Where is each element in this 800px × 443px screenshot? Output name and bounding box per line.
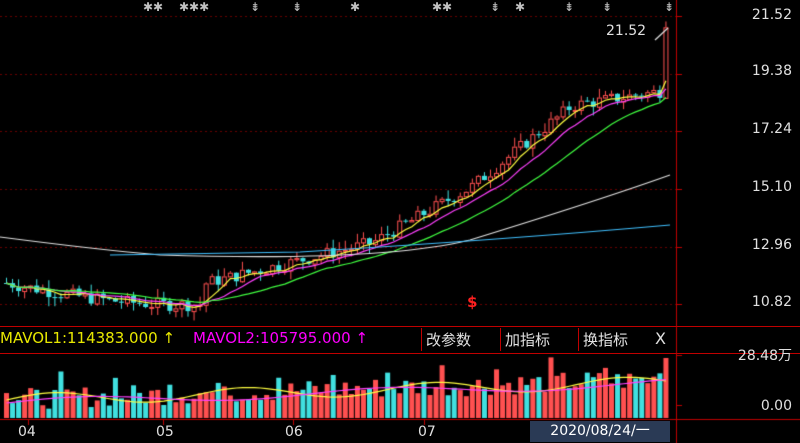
volume-axis-label: 0.00 [760, 398, 792, 414]
event-marker[interactable]: ✱ [350, 0, 360, 14]
add-indicator-button[interactable]: 加指标 [500, 328, 554, 351]
modify-params-button[interactable]: 改参数 [421, 328, 475, 351]
price-axis-label: 10.82 [751, 294, 792, 310]
event-marker[interactable]: ⇟ [602, 0, 612, 14]
switch-indicator-button[interactable]: 换指标 [578, 328, 632, 351]
close-indicator-button[interactable]: X [655, 329, 666, 348]
month-label: 07 [418, 424, 436, 440]
price-axis-label: 12.96 [751, 237, 792, 253]
event-marker[interactable]: ✱ [515, 0, 525, 14]
kline-chart[interactable] [0, 0, 800, 443]
crosshair-date-label: 2020/08/24/一 [530, 421, 670, 442]
price-axis-label: 21.52 [751, 7, 792, 23]
price-axis-label: 19.38 [751, 63, 792, 79]
volume-axis-label: 28.48万 [737, 348, 792, 364]
month-label: 06 [285, 424, 303, 440]
month-label: 04 [18, 424, 36, 440]
event-marker[interactable]: ⇟ [490, 0, 500, 14]
event-marker[interactable]: ⇟ [564, 0, 574, 14]
price-axis-label: 17.24 [751, 121, 792, 137]
up-arrow-icon: ↑ [355, 329, 369, 347]
month-label: 05 [156, 424, 174, 440]
event-marker[interactable]: ✱✱ [143, 0, 163, 14]
event-marker[interactable]: ⇟ [250, 0, 260, 14]
event-marker[interactable]: ✱✱ [432, 0, 452, 14]
mavol1-label: MAVOL1:114383.000 ↑ [0, 329, 175, 347]
price-axis-label: 15.10 [751, 179, 792, 195]
mavol2-value: MAVOL2:105795.000 [193, 329, 351, 347]
event-marker[interactable]: ⇟ [664, 0, 674, 14]
signal-mark[interactable]: $ [467, 293, 477, 311]
up-arrow-icon: ↑ [162, 329, 176, 347]
mavol1-value: MAVOL1:114383.000 [0, 329, 158, 347]
event-marker[interactable]: ✱✱✱ [179, 0, 209, 14]
mavol2-label: MAVOL2:105795.000 ↑ [193, 329, 368, 347]
event-marker[interactable]: ⇟ [292, 0, 302, 14]
close-price-annotation: 21.52 [606, 23, 647, 39]
